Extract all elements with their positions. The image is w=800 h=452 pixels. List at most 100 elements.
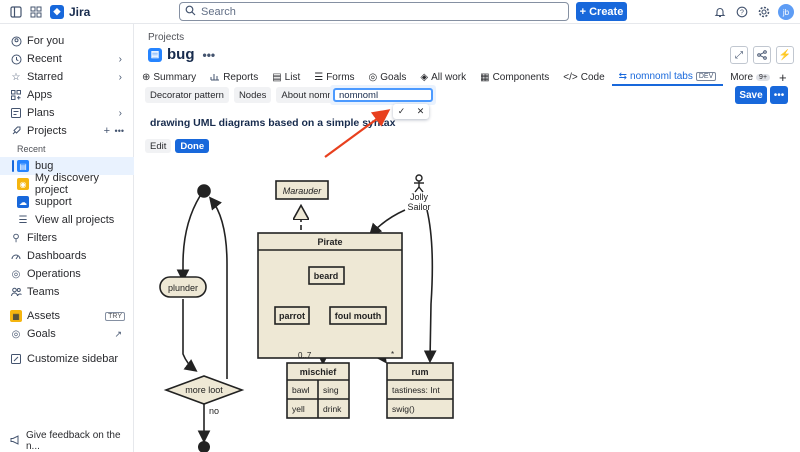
create-label: Create	[589, 5, 624, 18]
sidebar-item-plans[interactable]: Plans ›	[0, 104, 134, 122]
avatar-initials: jb	[778, 4, 794, 20]
sailor-label: Sailor	[407, 202, 430, 212]
gear-icon[interactable]	[754, 2, 774, 22]
sidebar-item-starred[interactable]: ☆ Starred ›	[0, 68, 134, 86]
dashboard-icon	[10, 250, 22, 262]
sidebar-label: support	[35, 196, 72, 208]
plunder-label: plunder	[168, 283, 198, 293]
more-loot-label: more loot	[185, 385, 223, 395]
sidebar-item-customize[interactable]: Customize sidebar	[0, 350, 134, 368]
clock-icon	[10, 53, 22, 65]
bawl-label: bawl	[292, 385, 310, 395]
chevron-right-icon: ›	[118, 107, 122, 119]
foul-mouth-label: foul mouth	[335, 311, 382, 321]
sidebar-item-recent[interactable]: Recent ›	[0, 50, 134, 68]
sidebar-label: For you	[27, 35, 65, 47]
sing-label: sing	[323, 385, 339, 395]
sidebar-item-support[interactable]: ☁ support	[0, 193, 134, 211]
sidebar-label: Dashboards	[27, 250, 87, 262]
sidebar-label: Plans	[27, 107, 55, 119]
sidebar-item-apps[interactable]: Apps	[0, 86, 134, 104]
feedback-link[interactable]: Give feedback on the n...	[10, 430, 133, 452]
bug-project-icon: ▤	[17, 160, 29, 172]
help-icon[interactable]: ?	[732, 2, 752, 22]
jira-logo[interactable]: ◆ Jira	[50, 4, 91, 19]
chevron-right-icon: ›	[118, 53, 122, 65]
teams-icon	[10, 286, 22, 298]
app-switcher-icon[interactable]	[26, 2, 46, 22]
try-badge: TRY	[105, 311, 125, 321]
support-project-icon: ☁	[17, 196, 29, 208]
sidebar-label: Projects	[27, 125, 67, 137]
create-button[interactable]: + Create	[576, 2, 627, 21]
chevron-right-icon: ›	[118, 71, 122, 83]
active-indicator	[12, 160, 14, 172]
sidebar-item-dashboards[interactable]: Dashboards	[0, 247, 134, 265]
sidebar-item-assets[interactable]: ▦ Assets TRY	[0, 307, 134, 325]
sidebar-label: Operations	[27, 268, 81, 280]
external-link-icon: ↗	[114, 328, 122, 339]
sidebar-item-operations[interactable]: ◎ Operations	[0, 265, 134, 283]
bell-icon[interactable]	[710, 2, 730, 22]
sidebar-item-view-all[interactable]: ☰ View all projects	[0, 211, 134, 229]
sidebar-label: Customize sidebar	[27, 353, 119, 365]
sidebar-label: bug	[35, 160, 54, 172]
sidebar-item-for-you[interactable]: For you	[0, 32, 134, 50]
tastiness-label: tastiness: Int	[392, 385, 440, 395]
sidebar-label: Starred	[27, 71, 64, 83]
sidebar-item-projects[interactable]: Projects + •••	[0, 122, 134, 140]
assets-icon: ▦	[10, 310, 22, 322]
parrot-label: parrot	[279, 311, 305, 321]
jira-logo-icon: ◆	[50, 4, 64, 19]
avatar[interactable]: jb	[776, 2, 796, 22]
goals-icon: ◎	[11, 328, 21, 340]
search-placeholder: Search	[201, 5, 236, 18]
add-project-icon[interactable]: +	[104, 125, 110, 137]
no-label: no	[209, 406, 219, 416]
sidebar-item-filters[interactable]: ⚲ Filters	[0, 229, 134, 247]
sidebar-label: Apps	[27, 89, 53, 101]
apps-icon	[10, 89, 22, 101]
discovery-project-icon: ◉	[17, 178, 29, 190]
sidebar-label: Filters	[27, 232, 57, 244]
top-right-icons: ? jb	[710, 2, 796, 22]
uml-diagram: plunder more loot no Marauder Jolly Sail…	[159, 174, 454, 452]
sidebar-item-discovery[interactable]: ◉ My discovery project	[0, 172, 134, 196]
search-icon	[185, 5, 196, 19]
mischief-label: mischief	[300, 367, 338, 377]
swig-label: swig()	[392, 404, 415, 414]
marauder-label: Marauder	[283, 186, 323, 196]
pirate-label: Pirate	[317, 237, 342, 247]
sidebar-label: Teams	[27, 286, 60, 298]
sidebar-toggle-icon[interactable]	[6, 2, 26, 22]
end-node	[198, 441, 210, 452]
app-name: Jira	[69, 4, 91, 19]
svg-text:?: ?	[740, 10, 744, 17]
search-input[interactable]: Search	[179, 2, 569, 21]
list-icon: ☰	[18, 214, 28, 226]
sidebar-item-goals[interactable]: ◎ Goals ↗	[0, 325, 134, 343]
rocket-icon	[10, 125, 22, 137]
operations-icon: ◎	[11, 268, 21, 280]
yell-label: yell	[292, 404, 305, 414]
star-icon: ☆	[11, 71, 21, 83]
drink-label: drink	[323, 404, 342, 414]
actor-jolly-sailor	[414, 174, 424, 193]
plus-icon: +	[579, 5, 587, 18]
rum-label: rum	[411, 367, 428, 377]
more-icon[interactable]: •••	[115, 126, 124, 136]
start-node	[197, 184, 211, 198]
customize-icon	[10, 353, 22, 365]
beard-label: beard	[314, 271, 339, 281]
sidebar-item-teams[interactable]: Teams	[0, 283, 134, 301]
plans-icon	[10, 107, 22, 119]
megaphone-icon	[10, 434, 21, 448]
sidebar-label: Goals	[27, 328, 56, 340]
sidebar-section-recent: Recent	[17, 144, 46, 154]
multiplicity-left: 0..7	[298, 351, 312, 360]
sidebar: For you Recent › ☆ Starred › Apps Plans › Pr…	[0, 24, 134, 452]
filter-icon: ⚲	[12, 232, 20, 244]
sidebar-label: Recent	[27, 53, 62, 65]
feedback-label: Give feedback on the n...	[26, 430, 121, 452]
person-icon	[10, 35, 22, 47]
